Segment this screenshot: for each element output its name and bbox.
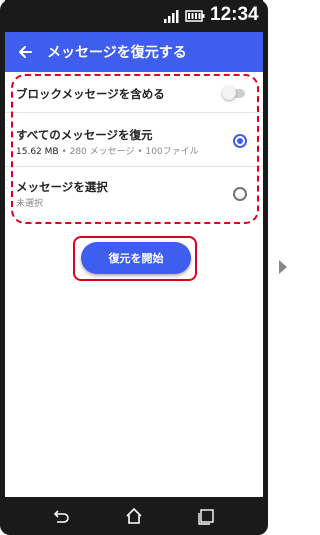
home-icon[interactable] [124,506,144,526]
back-arrow-icon[interactable] [15,42,35,62]
nav-bar [0,497,268,535]
signal-icon [164,10,179,23]
phone-frame: 12:34 メッセージを復元する ブロックメッセージを含める すべてのメッセージ… [0,0,268,535]
recents-icon[interactable] [196,506,216,526]
restore-all-radio[interactable] [233,134,247,148]
select-messages-label: メッセージを選択 [16,180,108,194]
screen: 12:34 メッセージを復元する ブロックメッセージを含める すべてのメッセージ… [5,0,263,497]
include-blocked-label: ブロックメッセージを含める [16,87,165,101]
next-arrow-icon [279,260,287,274]
app-bar: メッセージを復元する [5,32,263,72]
restore-size: 15.62 MB [16,147,59,157]
status-time: 12:34 [210,4,259,25]
restore-all-row[interactable]: すべてのメッセージを復元 15.62 MB • 280 メッセージ • 100フ… [5,113,263,166]
restore-all-detail: 15.62 MB • 280 メッセージ • 100ファイル [16,144,199,157]
select-messages-radio[interactable] [233,187,247,201]
include-blocked-row[interactable]: ブロックメッセージを含める [5,72,263,112]
toggle-thumb [222,86,236,100]
start-restore-button[interactable]: 復元を開始 [81,242,191,274]
page-title: メッセージを復元する [47,45,187,61]
radio-dot [237,138,243,144]
select-messages-subtitle: 未選択 [16,199,44,209]
restore-all-label: すべてのメッセージを復元 [16,128,153,142]
include-blocked-toggle[interactable] [222,86,246,100]
select-messages-row[interactable]: メッセージを選択 未選択 [5,167,263,220]
back-icon[interactable] [50,506,70,526]
battery-icon [185,10,205,22]
restore-counts: • 280 メッセージ • 100ファイル [58,147,199,157]
status-bar: 12:34 [5,0,263,32]
